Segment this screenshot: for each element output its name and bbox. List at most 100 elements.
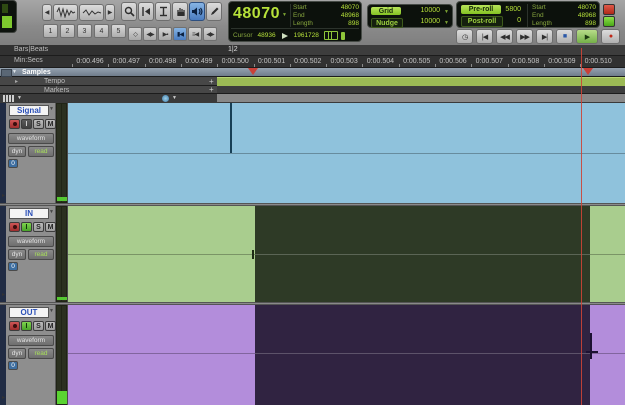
- record-arm-button[interactable]: [9, 321, 20, 331]
- zoom-toggle-button[interactable]: ◇: [128, 27, 142, 41]
- trimmer-tool-button[interactable]: [138, 2, 154, 21]
- zoom-preset-4-button[interactable]: 4: [94, 24, 109, 38]
- return-to-zero-button[interactable]: |◀: [476, 29, 493, 44]
- input-monitor-button[interactable]: I: [21, 222, 32, 232]
- markers-add-button[interactable]: +: [209, 85, 214, 94]
- dyn-button[interactable]: dyn: [8, 249, 26, 260]
- link-track-edit-selection-button[interactable]: ≡◀: [188, 27, 202, 41]
- zoom-preset-5-button[interactable]: 5: [111, 24, 126, 38]
- zoom-preset-3-button[interactable]: 3: [77, 24, 92, 38]
- pencil-tool-button[interactable]: [206, 2, 222, 21]
- grid-mode-button[interactable]: Grid: [371, 7, 401, 15]
- mute-button[interactable]: M: [45, 321, 56, 331]
- selected-region[interactable]: [255, 305, 590, 405]
- ruler-view-dropdown-icon[interactable]: ▼: [12, 69, 17, 75]
- battery-status-icon[interactable]: [341, 32, 345, 40]
- nudge-dropdown-icon[interactable]: ▼: [444, 20, 449, 26]
- link-timeline-edit-selection-button[interactable]: ▮◀: [173, 27, 187, 41]
- grid-value[interactable]: 10000: [421, 7, 440, 14]
- nudge-value[interactable]: 10000: [421, 18, 440, 25]
- main-counter-value[interactable]: 48070: [233, 5, 280, 23]
- zoom-in-arrow-button[interactable]: ▶: [105, 4, 115, 21]
- stop-button[interactable]: ■: [556, 29, 573, 44]
- input-monitor-button[interactable]: I: [21, 119, 32, 129]
- automation-mode-button[interactable]: read: [28, 146, 54, 157]
- zoomer-tool-button[interactable]: [121, 2, 137, 21]
- automation-mode-button[interactable]: read: [28, 348, 54, 359]
- play-button[interactable]: ▶: [576, 29, 598, 44]
- audio-zoom-button[interactable]: [53, 4, 78, 21]
- insertion-follows-playback-button[interactable]: ◀▶: [203, 27, 217, 41]
- record-arm-button[interactable]: [9, 222, 20, 232]
- track-signal-clip[interactable]: [68, 103, 625, 203]
- scrubber-tool-button[interactable]: [189, 2, 205, 21]
- track-out-clip[interactable]: [68, 305, 625, 405]
- track-in-clip[interactable]: [68, 206, 625, 302]
- online-button[interactable]: ◷: [456, 29, 473, 44]
- rewind-button[interactable]: ◀◀: [496, 29, 513, 44]
- fast-forward-button[interactable]: ▶▶: [516, 29, 533, 44]
- track-list-dropdown-icon[interactable]: ▼: [17, 95, 22, 101]
- track-view-selector[interactable]: waveform: [8, 133, 54, 144]
- ruler-samples-main[interactable]: ▼ Samples: [0, 68, 625, 77]
- transport-led-red[interactable]: [603, 4, 615, 15]
- transport-length-value[interactable]: 898: [585, 20, 596, 28]
- ruler-markers[interactable]: Markers +: [0, 86, 625, 94]
- selection-start-marker[interactable]: [248, 68, 258, 75]
- mirrored-midi-editing-button[interactable]: ▶▪: [158, 27, 172, 41]
- edit-sel-start-value[interactable]: 48070: [341, 4, 359, 12]
- edit-group-dropdown-icon[interactable]: ▼: [172, 95, 177, 101]
- preroll-value[interactable]: 5800: [503, 6, 521, 13]
- track-name-signal[interactable]: Signal: [9, 105, 49, 116]
- mute-button[interactable]: M: [45, 119, 56, 129]
- mute-button[interactable]: M: [45, 222, 56, 232]
- go-to-end-button[interactable]: ▶|: [536, 29, 553, 44]
- transport-led-green[interactable]: [603, 16, 615, 27]
- postroll-toggle[interactable]: Post-roll: [461, 16, 503, 27]
- edit-group-icon[interactable]: [162, 95, 169, 102]
- edit-sel-length-value[interactable]: 898: [348, 20, 359, 28]
- midi-zoom-button[interactable]: [79, 4, 104, 21]
- counter-dropdown-icon[interactable]: ▼: [282, 12, 287, 18]
- track-list-icon[interactable]: [3, 95, 14, 102]
- selection-end-marker[interactable]: [583, 68, 593, 75]
- tempo-expander-icon[interactable]: ▸: [15, 78, 18, 85]
- ruler-view-icon[interactable]: [1, 69, 12, 77]
- track-signal-header[interactable]: Signal ▼ I S M waveform dyn read 0 ▸: [0, 103, 56, 203]
- lane-expander-icon[interactable]: ▸: [2, 394, 5, 401]
- output-window-button[interactable]: 0: [8, 262, 18, 271]
- track-in-header[interactable]: IN ▼ I S M waveform dyn read 0 ▸: [0, 206, 56, 302]
- track-name-dropdown-icon[interactable]: ▼: [49, 106, 54, 112]
- edit-sel-end-value[interactable]: 48968: [341, 12, 359, 20]
- lane-expander-icon[interactable]: ▸: [2, 291, 5, 298]
- track-name-dropdown-icon[interactable]: ▼: [49, 308, 54, 314]
- track-view-selector[interactable]: waveform: [8, 335, 54, 346]
- tab-to-transient-button[interactable]: ◀▶: [143, 27, 157, 41]
- zoom-out-arrow-button[interactable]: ◀: [42, 4, 52, 21]
- selector-tool-button[interactable]: [155, 2, 171, 21]
- zoom-preset-1-button[interactable]: 1: [43, 24, 58, 38]
- track-out-header[interactable]: OUT ▼ I S M waveform dyn read 0 ▸: [0, 305, 56, 405]
- track-name-out[interactable]: OUT: [9, 307, 49, 318]
- ruler-tempo[interactable]: ▸ Tempo +: [0, 77, 625, 86]
- solo-button[interactable]: S: [33, 222, 44, 232]
- dyn-button[interactable]: dyn: [8, 146, 26, 157]
- track-view-selector[interactable]: waveform: [8, 236, 54, 247]
- solo-button[interactable]: S: [33, 321, 44, 331]
- keyboard-status-icon[interactable]: [324, 31, 338, 40]
- output-window-button[interactable]: 0: [8, 159, 18, 168]
- transport-start-value[interactable]: 48070: [578, 4, 596, 12]
- track-name-dropdown-icon[interactable]: ▼: [49, 209, 54, 215]
- grabber-tool-button[interactable]: [172, 2, 188, 21]
- ruler-bars-beats[interactable]: Bars|Beats 1|2: [0, 45, 625, 56]
- postroll-value[interactable]: 0: [503, 17, 521, 24]
- tempo-track-bar[interactable]: [217, 77, 625, 86]
- dyn-button[interactable]: dyn: [8, 348, 26, 359]
- solo-button[interactable]: S: [33, 119, 44, 129]
- selected-region[interactable]: [255, 206, 590, 302]
- grid-dropdown-icon[interactable]: ▼: [444, 9, 449, 15]
- preroll-toggle[interactable]: Pre-roll: [461, 5, 501, 14]
- track-name-in[interactable]: IN: [9, 208, 49, 219]
- automation-mode-button[interactable]: read: [28, 249, 54, 260]
- record-arm-button[interactable]: [9, 119, 20, 129]
